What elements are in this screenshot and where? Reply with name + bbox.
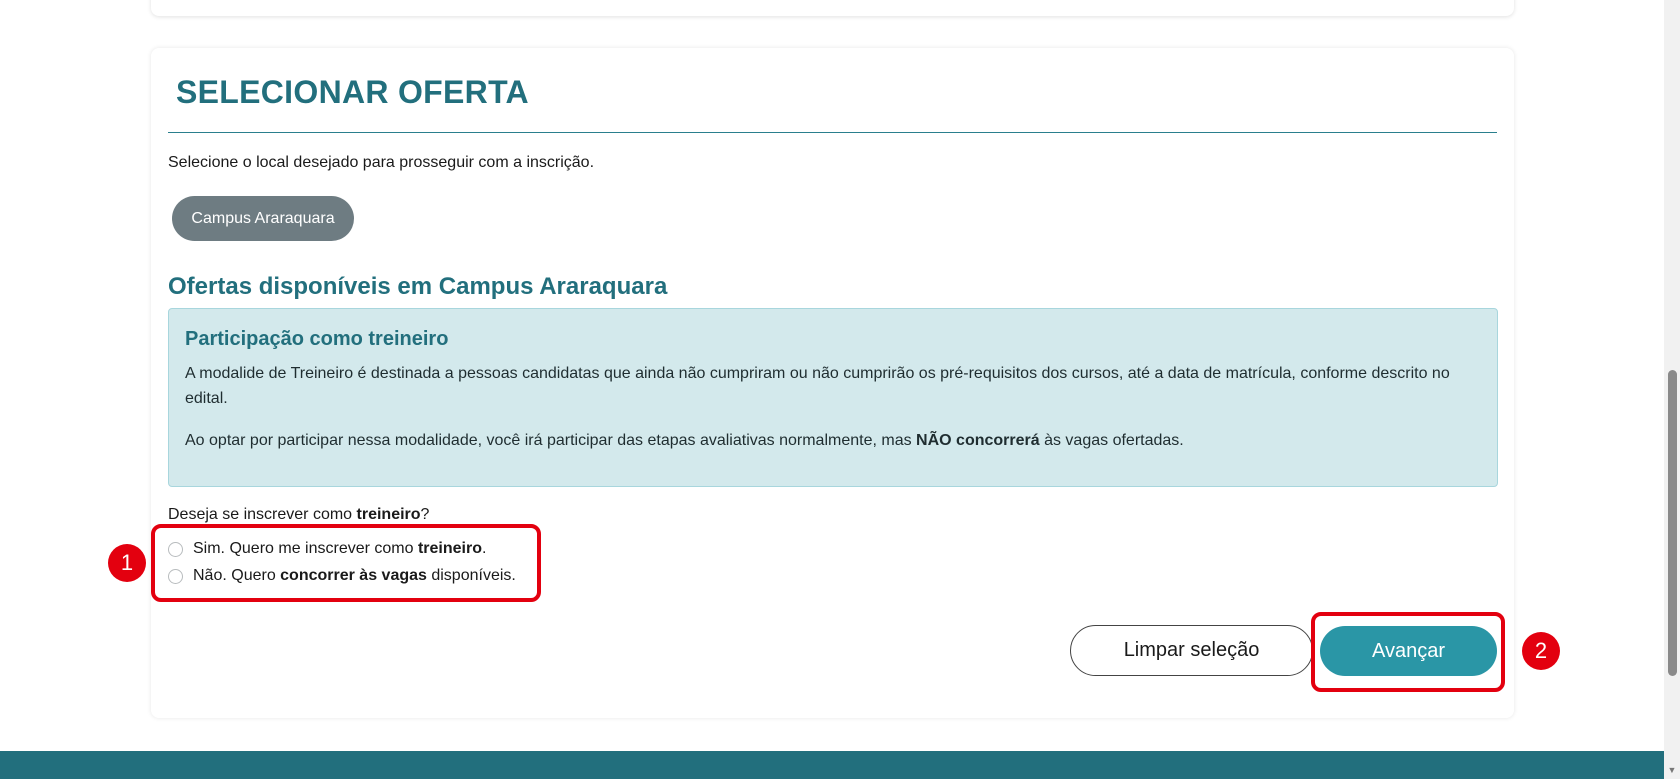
info-box-paragraph-1: A modalide de Treineiro é destinada a pe… bbox=[185, 365, 1450, 407]
title-divider bbox=[168, 132, 1497, 133]
annotation-badge-2: 2 bbox=[1522, 632, 1560, 670]
campus-araraquara-button[interactable]: Campus Araraquara bbox=[172, 196, 354, 241]
previous-section-card bbox=[151, 0, 1514, 16]
scroll-down-arrow-icon[interactable]: ▼ bbox=[1666, 764, 1678, 776]
page-title: SELECIONAR OFERTA bbox=[176, 74, 529, 110]
offers-title: Ofertas disponíveis em Campus Araraquara bbox=[168, 273, 668, 300]
annotation-highlight-next-button bbox=[1311, 612, 1505, 692]
annotation-badge-1: 1 bbox=[108, 544, 146, 582]
info-box-title: Participação como treineiro bbox=[185, 328, 449, 350]
annotation-highlight-radio-group bbox=[151, 524, 541, 602]
treineiro-question: Deseja se inscrever como treineiro? bbox=[168, 506, 430, 523]
clear-selection-button[interactable]: Limpar seleção bbox=[1070, 625, 1313, 676]
page-footer bbox=[0, 751, 1664, 779]
info-box-paragraph-2: Ao optar por participar nessa modalidade… bbox=[185, 432, 1184, 449]
instruction-text: Selecione o local desejado para prossegu… bbox=[168, 154, 595, 171]
scrollbar-thumb[interactable] bbox=[1668, 370, 1677, 676]
